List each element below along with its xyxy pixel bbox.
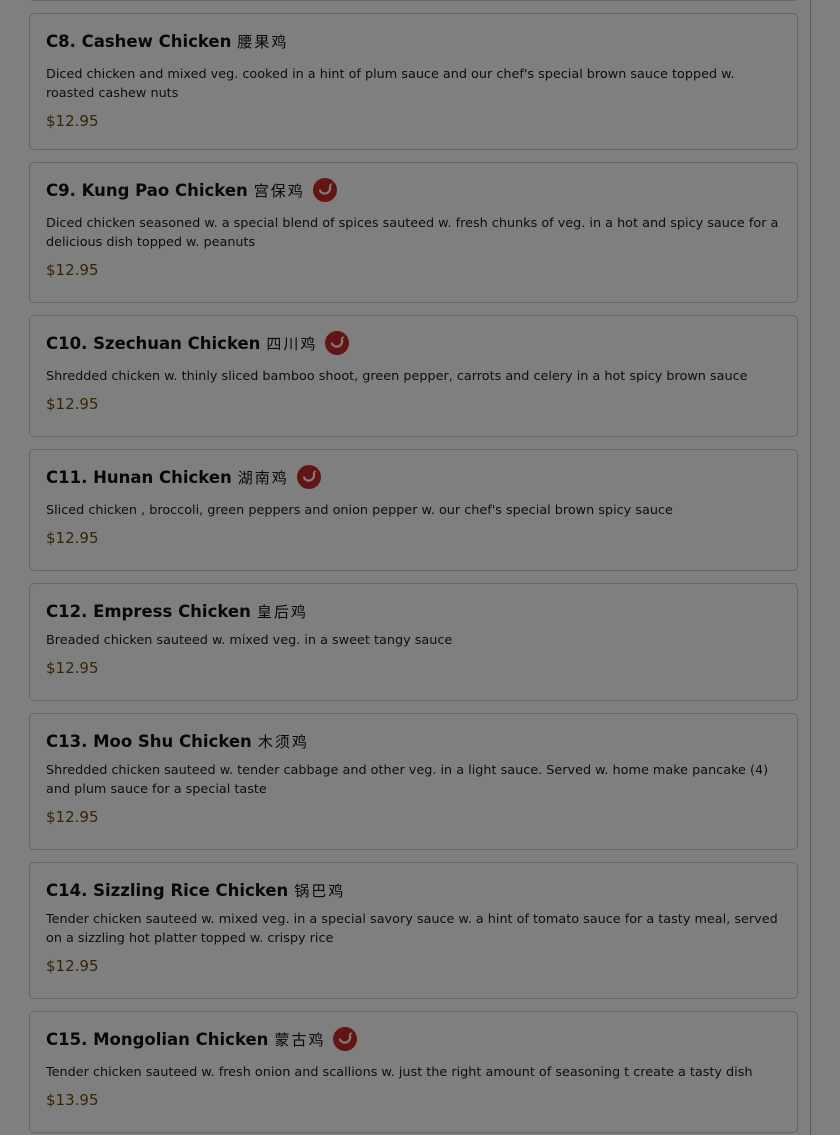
modal-backdrop[interactable] — [0, 0, 840, 1135]
